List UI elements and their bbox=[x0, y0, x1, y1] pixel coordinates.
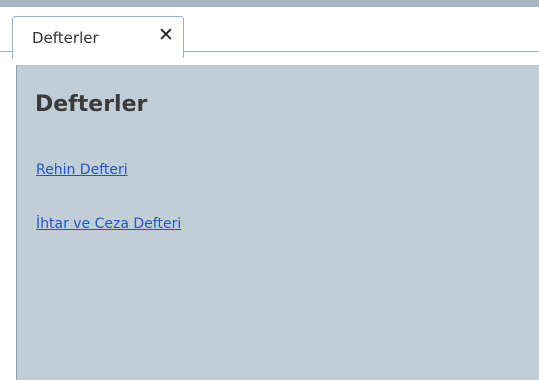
link-ihtar-ve-ceza-defteri[interactable]: İhtar ve Ceza Defteri bbox=[36, 216, 181, 232]
tab-defterler[interactable]: Defterler ✕ bbox=[12, 16, 184, 58]
content-panel: Defterler Rehin Defteri İhtar ve Ceza De… bbox=[16, 65, 539, 380]
window-top-bar bbox=[0, 0, 539, 7]
page-title: Defterler bbox=[35, 92, 148, 117]
tab-strip: Defterler ✕ bbox=[0, 7, 539, 58]
link-rehin-defteri[interactable]: Rehin Defteri bbox=[36, 162, 128, 178]
close-icon[interactable]: ✕ bbox=[158, 26, 174, 45]
tab-label: Defterler bbox=[32, 29, 99, 47]
